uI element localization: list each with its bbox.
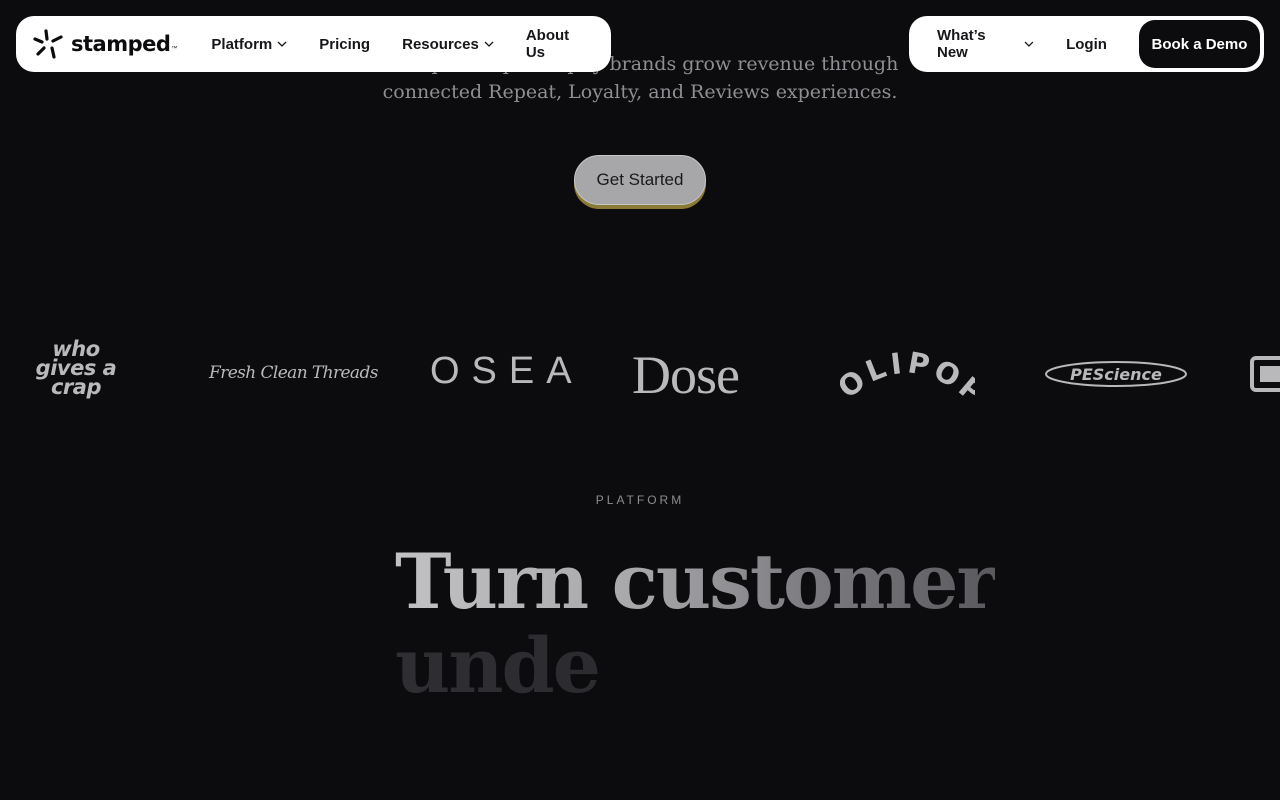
secondary-nav: What’s New Login Book a Demo — [909, 16, 1264, 72]
platform-eyebrow: PLATFORM — [595, 493, 685, 507]
book-a-demo-button[interactable]: Book a Demo — [1138, 20, 1260, 68]
platform-headline: Turn customer unde — [395, 537, 997, 708]
get-started-button[interactable]: Get Started — [574, 155, 706, 205]
brand-name: stamped — [71, 32, 171, 56]
customer-logo-strip: who gives a crap Fresh Clean Threads OSE… — [0, 330, 1280, 420]
logo-fresh-clean-threads: Fresh Clean Threads — [209, 363, 378, 383]
nav-item-pricing[interactable]: Pricing — [319, 36, 370, 53]
nav-item-platform[interactable]: Platform — [211, 36, 287, 53]
logo-partial-cutoff — [1250, 356, 1280, 397]
logo-olipop-text: OLIPOP — [831, 345, 989, 412]
headline-line-1: Turn customer — [395, 537, 997, 626]
headline-line-2: unde — [395, 624, 995, 708]
brand-trademark: ™ — [171, 46, 178, 52]
nav-item-login[interactable]: Login — [1066, 36, 1107, 53]
logo-pescience-text: PEScience — [1070, 365, 1162, 384]
logo-who-gives-a-crap: who gives a crap — [28, 339, 124, 399]
page: Stamped helps Shopify brands grow revenu… — [0, 0, 1280, 800]
logo-text-line: crap — [50, 375, 102, 399]
main-nav: stamped ™ Platform Pricing Resources Abo… — [16, 16, 611, 72]
nav-item-label: What’s New — [937, 27, 986, 61]
nav-item-whats-new[interactable]: What’s New — [937, 27, 1034, 61]
chevron-down-icon — [1024, 41, 1034, 47]
nav-item-label: Resources — [402, 35, 479, 53]
nav-item-label: Platform — [211, 35, 273, 53]
nav-item-label: About Us — [525, 27, 570, 61]
stamped-logo[interactable]: stamped ™ — [32, 28, 177, 60]
logo-olipop: OLIPOP — [831, 338, 989, 413]
chevron-down-icon — [277, 41, 287, 47]
hero-subtitle-line-2: connected Repeat, Loyalty, and Reviews e… — [382, 81, 898, 103]
svg-text:OLIPOP: OLIPOP — [840, 345, 975, 408]
logo-osea: OSEA — [430, 350, 584, 392]
nav-item-about-us[interactable]: About Us — [526, 27, 579, 61]
chevron-down-icon — [484, 41, 494, 47]
stamped-burst-icon — [33, 29, 63, 59]
nav-item-label: Login — [1066, 35, 1107, 53]
nav-item-label: Pricing — [319, 35, 371, 53]
nav-item-resources[interactable]: Resources — [402, 36, 494, 53]
logo-dose: Dose — [632, 345, 740, 405]
logo-pescience: PEScience — [1044, 358, 1189, 395]
